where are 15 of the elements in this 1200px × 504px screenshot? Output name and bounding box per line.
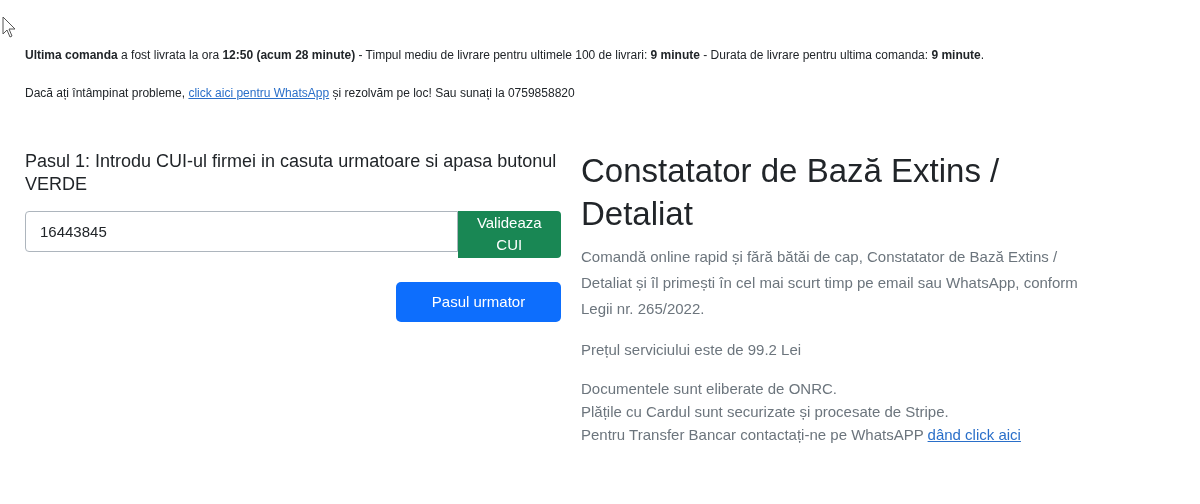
- info-note: Pentru Transfer Bancar contactați-ne pe WhatsAPP dând click aici: [581, 425, 1022, 446]
- price-text: Prețul serviciului este de 99.2 Lei: [581, 339, 803, 360]
- next-step-button[interactable]: Pasul urmator: [396, 281, 561, 322]
- delivery-info-text: Ultima comanda a fost livrata la ora 12:50 (acum 28 minute) - Timpul mediu de livrare pentru ultimele 100 de livrari: 9 minute - Durata de livrare pentru ultima comanda: 9 minute.: [25, 47, 986, 64]
- mouse-cursor-icon: [2, 16, 16, 38]
- cui-input-field[interactable]: 16443845: [25, 210, 458, 252]
- bank-transfer-link[interactable]: dând click aici: [927, 426, 1021, 444]
- help-text: Dacă ați întâmpinat probleme, click aici pentru WhatsApp și rezolvăm pe loc! Sau sunați la 0759858820: [25, 85, 576, 102]
- whatsapp-link[interactable]: click aici pentru WhatsApp: [188, 86, 330, 100]
- product-description: Comandă online rapid și fără bătăi de cap, Constatator de Bază Extins / Detaliat și îl primești în cel mai scurt timp pe email sau WhatsApp, conform Legii nr. 265/2022.: [581, 246, 1079, 320]
- info-note: Plățile cu Cardul sunt securizate și procesate de Stripe.: [581, 402, 950, 423]
- validate-cui-button[interactable]: Valideaza CUI: [457, 210, 561, 258]
- product-title: Constatator de Bază Extins / Detaliat: [581, 151, 1001, 234]
- info-note: Documentele sunt eliberate de ONRC.: [581, 378, 838, 399]
- step-heading: Pasul 1: Introdu CUI-ul firmei in casuta urmatoare si apasa butonul VERDE: [25, 150, 558, 197]
